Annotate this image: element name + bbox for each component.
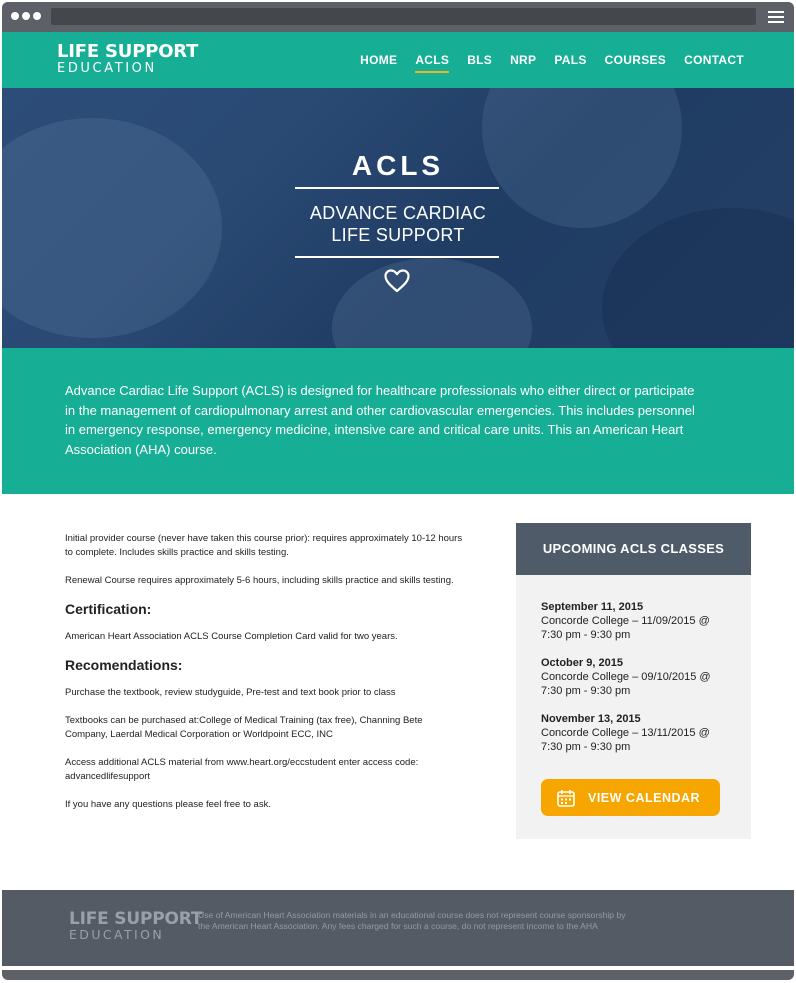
heart-icon <box>384 269 410 293</box>
site-footer: LIFE SUPPORT EDUCATION Use of American H… <box>2 890 794 966</box>
hero-subtitle-line1: ADVANCE CARDIAC <box>309 203 487 223</box>
logo-top-text: LIFE SUPPORT <box>57 41 199 62</box>
intro-text: Advance Cardiac Life Support (ACLS) is d… <box>65 383 695 457</box>
initial-course-text: Initial provider course (never have take… <box>65 533 463 558</box>
main-nav: HOME ACLS BLS NRP PALS COURSES CONTACT <box>342 53 744 73</box>
footer-disclaimer: Use of American Heart Association materi… <box>198 910 626 931</box>
recommendation-item: Textbooks can be purchased at:College of… <box>65 715 423 740</box>
event-detail: Concorde College – 09/10/2015 @ 7:30 pm … <box>541 671 711 697</box>
hero-banner: ACLS ADVANCE CARDIAC LIFE SUPPORT <box>2 88 794 348</box>
site-logo[interactable]: LIFE SUPPORT EDUCATION <box>57 41 199 76</box>
hero-divider-bottom <box>295 256 499 258</box>
renewal-course-text: Renewal Course requires approximately 5-… <box>65 575 454 586</box>
browser-chrome <box>2 2 794 32</box>
footer-logo-top-text: LIFE SUPPORT <box>69 909 203 929</box>
footer-logo-bottom-text: EDUCATION <box>69 927 165 942</box>
hero-subtitle: ADVANCE CARDIAC LIFE SUPPORT <box>2 202 794 246</box>
calendar-icon <box>557 789 575 807</box>
event-date: October 9, 2015 <box>541 657 623 669</box>
upcoming-classes-heading: UPCOMING ACLS CLASSES <box>516 523 751 575</box>
nav-nrp[interactable]: NRP <box>510 53 536 73</box>
view-calendar-button[interactable]: VIEW CALENDAR <box>541 779 720 816</box>
class-event[interactable]: November 13, 2015 Concorde College – 13/… <box>541 712 731 754</box>
event-date: September 11, 2015 <box>541 601 644 613</box>
hero-photo-shape <box>332 258 532 348</box>
nav-acls[interactable]: ACLS <box>415 53 450 73</box>
nav-home[interactable]: HOME <box>360 53 397 73</box>
address-bar[interactable] <box>51 8 756 25</box>
recommendation-item: Purchase the textbook, review studyguide… <box>65 687 396 698</box>
logo-bottom-text: EDUCATION <box>57 61 157 76</box>
window-dot <box>22 12 30 20</box>
event-detail: Concorde College – 11/09/2015 @ 7:30 pm … <box>541 615 710 641</box>
hero-subtitle-line2: LIFE SUPPORT <box>331 225 465 245</box>
browser-frame: LIFE SUPPORT EDUCATION HOME ACLS BLS NRP… <box>2 2 794 980</box>
window-dot <box>11 12 19 20</box>
window-dot <box>33 12 41 20</box>
course-details: Initial provider course (never have take… <box>65 532 465 826</box>
window-dots <box>11 12 41 20</box>
site-header: LIFE SUPPORT EDUCATION HOME ACLS BLS NRP… <box>2 32 794 88</box>
certification-text: American Heart Association ACLS Course C… <box>65 631 398 642</box>
hero-divider-top <box>295 187 499 189</box>
recommendation-item: If you have any questions please feel fr… <box>65 799 271 810</box>
recommendations-heading: Recomendations: <box>65 657 183 673</box>
footer-logo[interactable]: LIFE SUPPORT EDUCATION <box>69 911 202 942</box>
hero-title: ACLS <box>351 150 445 181</box>
nav-courses[interactable]: COURSES <box>605 53 666 73</box>
nav-contact[interactable]: CONTACT <box>684 53 744 73</box>
class-event[interactable]: October 9, 2015 Concorde College – 09/10… <box>541 656 731 698</box>
view-calendar-label: VIEW CALENDAR <box>588 790 701 805</box>
upcoming-classes-panel: UPCOMING ACLS CLASSES September 11, 2015… <box>516 523 751 839</box>
event-date: November 13, 2015 <box>541 713 641 725</box>
hamburger-menu-icon[interactable] <box>768 11 784 23</box>
web-page: LIFE SUPPORT EDUCATION HOME ACLS BLS NRP… <box>2 32 794 970</box>
certification-heading: Certification: <box>65 601 152 617</box>
recommendation-item: Access additional ACLS material from www… <box>65 757 419 782</box>
class-event[interactable]: September 11, 2015 Concorde College – 11… <box>541 600 731 642</box>
intro-section: Advance Cardiac Life Support (ACLS) is d… <box>2 348 794 494</box>
nav-bls[interactable]: BLS <box>467 53 492 73</box>
nav-pals[interactable]: PALS <box>554 53 586 73</box>
event-detail: Concorde College – 13/11/2015 @ 7:30 pm … <box>541 727 710 753</box>
